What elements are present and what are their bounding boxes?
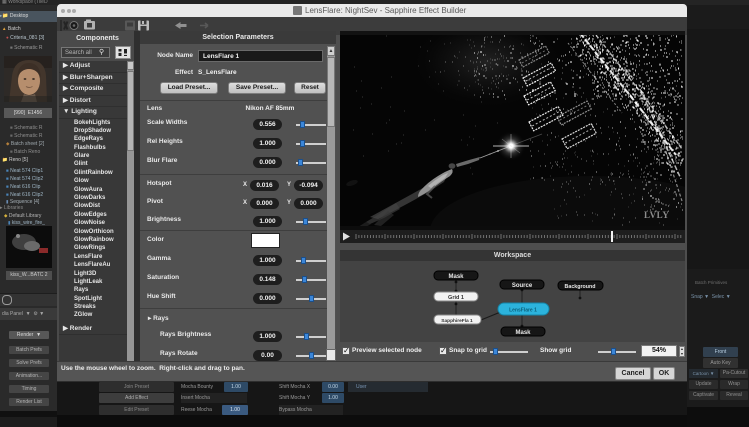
svg-text:Mask: Mask xyxy=(448,274,464,280)
svg-text:Source: Source xyxy=(512,283,533,289)
svg-text:SapphireFla 1: SapphireFla 1 xyxy=(441,318,473,324)
svg-text:Mask: Mask xyxy=(515,330,531,336)
svg-text:Grid 1: Grid 1 xyxy=(448,295,464,301)
svg-text:LensFlare 1: LensFlare 1 xyxy=(509,308,537,314)
svg-text:Background: Background xyxy=(565,284,596,290)
svg-text:LVLY: LVLY xyxy=(644,210,669,220)
